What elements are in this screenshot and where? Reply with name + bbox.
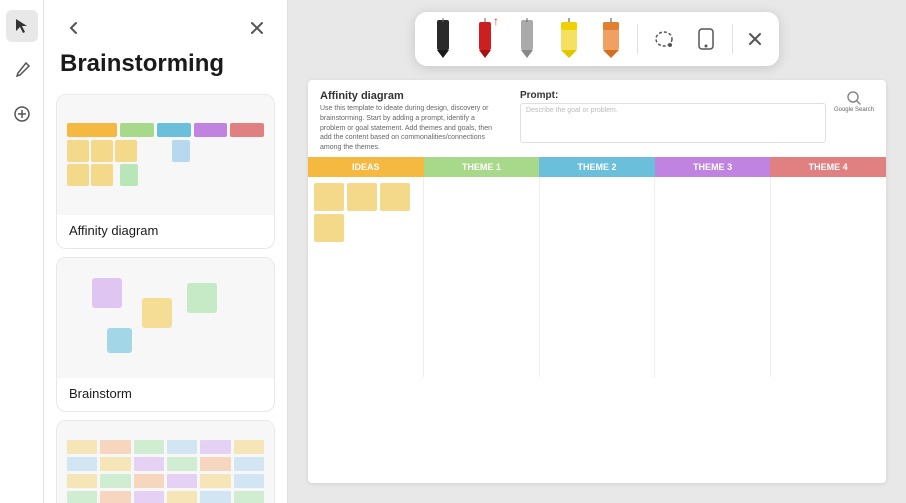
cursor-tool[interactable] [6, 10, 38, 42]
col-header-theme2: THEME 2 [539, 157, 655, 177]
grid-thumbnail [57, 421, 274, 503]
highlighter-orange-tool[interactable] [593, 18, 629, 60]
template-description: Use this template to ideate during desig… [320, 104, 500, 153]
col-theme1 [424, 177, 540, 377]
prompt-label: Prompt: [520, 90, 826, 101]
toolbar-divider [637, 24, 638, 54]
brainstorm-thumbnail [57, 258, 274, 378]
template-item-affinity[interactable]: Affinity diagram [56, 94, 275, 249]
template-description-area: Affinity diagram Use this template to id… [320, 90, 500, 153]
main-canvas: ↑ [288, 0, 906, 503]
panel-header [44, 0, 287, 50]
sticky-note [380, 183, 410, 211]
drawing-toolbar: ↑ [415, 12, 779, 66]
affinity-table: IDEAS THEME 1 THEME 2 THEME 3 THEME 4 [308, 157, 886, 377]
sidebar [0, 0, 44, 503]
canvas-template-view: Affinity diagram Use this template to id… [308, 80, 886, 483]
toolbar-close-button[interactable] [741, 25, 769, 53]
col-theme4 [771, 177, 886, 377]
sticky-note [314, 183, 344, 211]
template-item-grid[interactable]: Grid template [56, 420, 275, 503]
col-theme3 [655, 177, 771, 377]
toolbar-divider-2 [732, 24, 733, 54]
col-theme2 [540, 177, 656, 377]
canvas-header-area: Affinity diagram Use this template to id… [308, 80, 886, 157]
brainstorm-label: Brainstorm [57, 378, 274, 411]
template-name: Affinity diagram [320, 90, 500, 102]
template-panel: Brainstorming [44, 0, 288, 503]
pen-red-tool[interactable]: ↑ [467, 18, 503, 60]
pen-black-tool[interactable] [425, 18, 461, 60]
col-header-theme3: THEME 3 [655, 157, 771, 177]
table-body [308, 177, 886, 377]
pen-gray-tool[interactable] [509, 18, 545, 60]
sticky-note [314, 214, 344, 242]
col-header-theme4: THEME 4 [770, 157, 886, 177]
lasso-tool[interactable] [646, 18, 682, 60]
back-button[interactable] [60, 14, 88, 42]
add-tool[interactable] [6, 98, 38, 130]
search-label: Google Search [834, 107, 874, 114]
search-area: Google Search [834, 90, 874, 114]
col-header-ideas: IDEAS [308, 157, 424, 177]
prompt-area: Prompt: Describe the goal or problem. Go… [520, 90, 874, 153]
pen-tool[interactable] [6, 54, 38, 86]
sticky-note [347, 183, 377, 211]
template-list: Affinity diagram Brainstorm [44, 94, 287, 503]
search-icon[interactable] [846, 90, 862, 106]
highlighter-yellow-tool[interactable] [551, 18, 587, 60]
device-tool[interactable] [688, 18, 724, 60]
table-header: IDEAS THEME 1 THEME 2 THEME 3 THEME 4 [308, 157, 886, 177]
prompt-input[interactable]: Describe the goal or problem. [520, 103, 826, 143]
col-header-theme1: THEME 1 [424, 157, 540, 177]
panel-title: Brainstorming [44, 50, 287, 94]
affinity-label: Affinity diagram [57, 215, 274, 248]
template-item-brainstorm[interactable]: Brainstorm [56, 257, 275, 412]
affinity-thumbnail [57, 95, 274, 215]
col-ideas [308, 177, 424, 377]
close-panel-button[interactable] [243, 14, 271, 42]
